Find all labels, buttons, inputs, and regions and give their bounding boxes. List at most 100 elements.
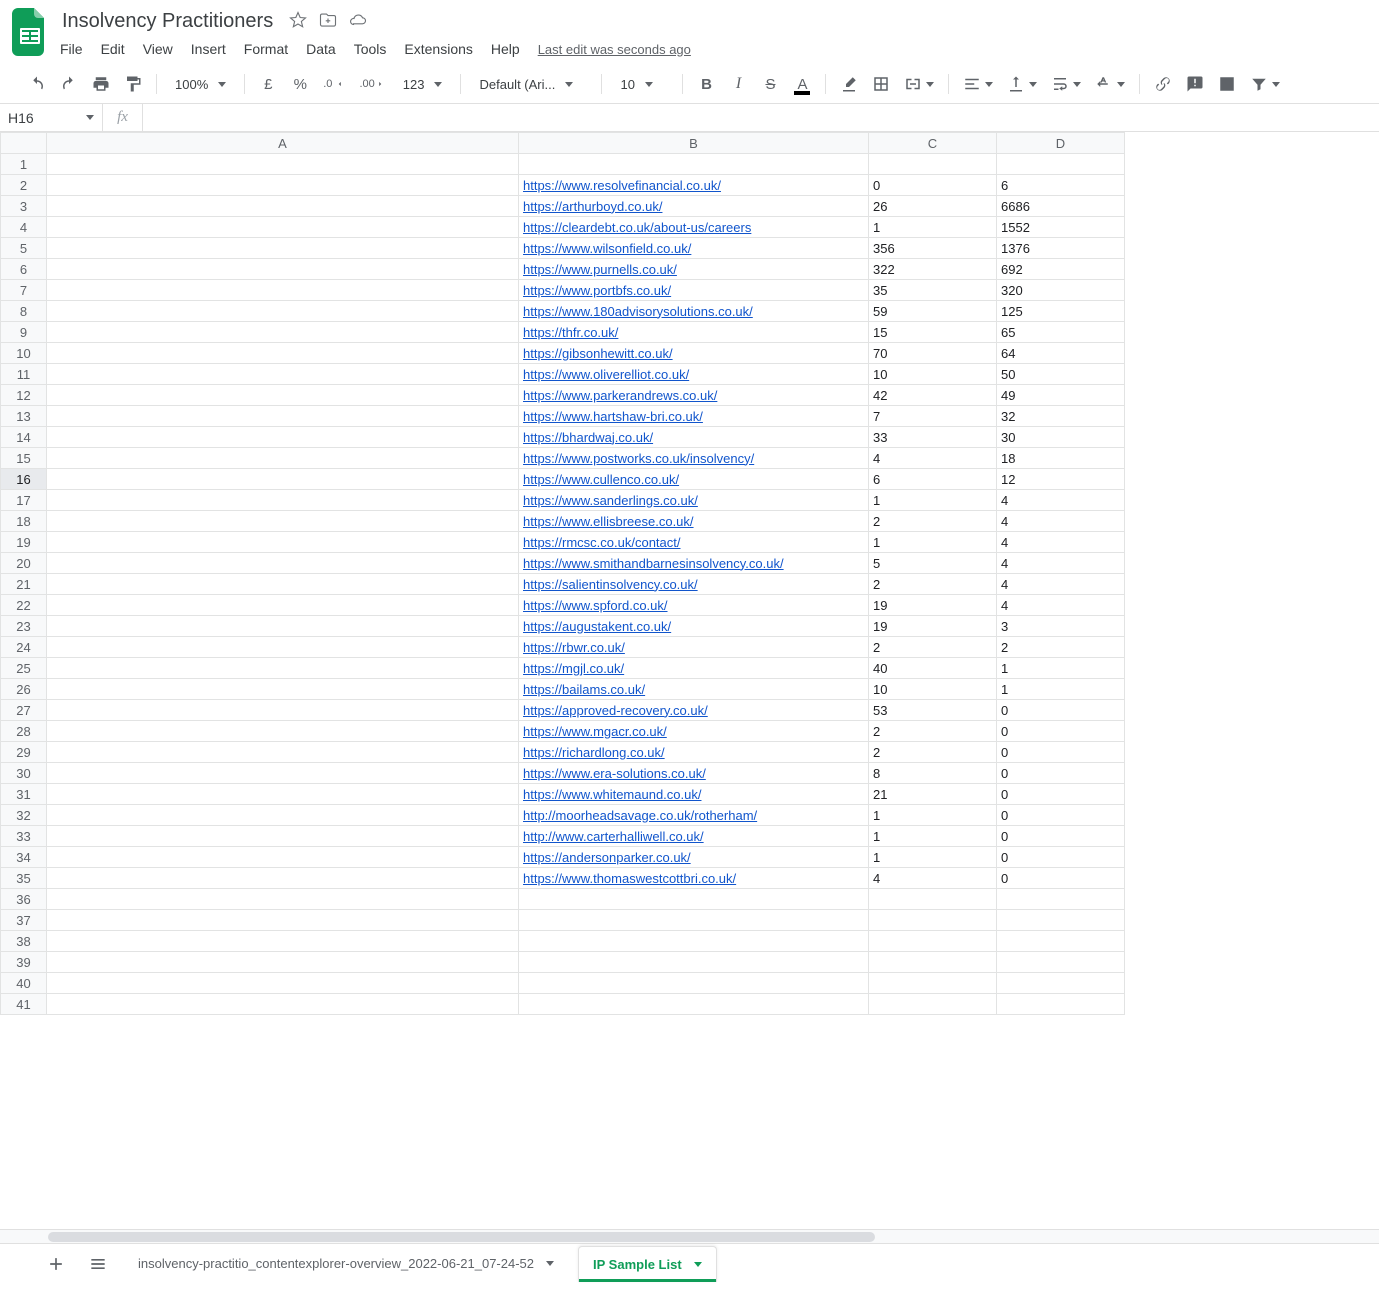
row-header[interactable]: 35 <box>1 868 47 889</box>
paint-format-icon[interactable] <box>120 71 146 97</box>
cell-link[interactable]: https://www.180advisorysolutions.co.uk/ <box>523 304 753 319</box>
cell[interactable] <box>519 952 869 973</box>
cell[interactable]: https://www.parkerandrews.co.uk/ <box>519 385 869 406</box>
cell[interactable] <box>47 301 519 322</box>
print-icon[interactable] <box>88 71 114 97</box>
strikethrough-button[interactable]: S <box>757 71 783 97</box>
cell[interactable] <box>47 196 519 217</box>
cell[interactable]: 1 <box>869 826 997 847</box>
cell[interactable]: 4 <box>869 868 997 889</box>
cell-link[interactable]: https://arthurboyd.co.uk/ <box>523 199 662 214</box>
cell[interactable] <box>47 364 519 385</box>
cell[interactable]: 1 <box>869 805 997 826</box>
cell[interactable]: 50 <box>997 364 1125 385</box>
cell[interactable]: 0 <box>997 784 1125 805</box>
cell[interactable]: 33 <box>869 427 997 448</box>
cell[interactable]: https://mgjl.co.uk/ <box>519 658 869 679</box>
cell[interactable]: https://www.smithandbarnesinsolvency.co.… <box>519 553 869 574</box>
cell-link[interactable]: https://cleardebt.co.uk/about-us/careers <box>523 220 751 235</box>
cell[interactable] <box>47 763 519 784</box>
cell[interactable]: 1 <box>869 490 997 511</box>
cell[interactable]: https://www.era-solutions.co.uk/ <box>519 763 869 784</box>
cell[interactable]: https://www.postworks.co.uk/insolvency/ <box>519 448 869 469</box>
cell-link[interactable]: https://www.spford.co.uk/ <box>523 598 668 613</box>
menu-data[interactable]: Data <box>306 41 336 57</box>
row-header[interactable]: 3 <box>1 196 47 217</box>
cell[interactable]: https://www.wilsonfield.co.uk/ <box>519 238 869 259</box>
cell[interactable]: 1 <box>869 532 997 553</box>
column-header-B[interactable]: B <box>519 133 869 154</box>
cell[interactable] <box>519 973 869 994</box>
zoom-select[interactable]: 100% <box>167 71 234 97</box>
cell[interactable]: 53 <box>869 700 997 721</box>
cell[interactable]: 70 <box>869 343 997 364</box>
cell[interactable]: 0 <box>869 175 997 196</box>
document-title[interactable]: Insolvency Practitioners <box>58 8 277 35</box>
insert-link-button[interactable] <box>1150 71 1176 97</box>
insert-comment-button[interactable] <box>1182 71 1208 97</box>
last-edit-link[interactable]: Last edit was seconds ago <box>538 42 691 57</box>
cell-link[interactable]: https://www.postworks.co.uk/insolvency/ <box>523 451 754 466</box>
increase-decimal-button[interactable]: .00 <box>355 71 388 97</box>
horizontal-align-button[interactable] <box>959 71 997 97</box>
cell-link[interactable]: https://bailams.co.uk/ <box>523 682 645 697</box>
cell[interactable]: 4 <box>997 490 1125 511</box>
borders-button[interactable] <box>868 71 894 97</box>
row-header[interactable]: 40 <box>1 973 47 994</box>
cell-link[interactable]: https://www.parkerandrews.co.uk/ <box>523 388 717 403</box>
cell[interactable]: https://www.whitemaund.co.uk/ <box>519 784 869 805</box>
row-header[interactable]: 24 <box>1 637 47 658</box>
cell[interactable] <box>869 973 997 994</box>
cell[interactable]: 4 <box>997 595 1125 616</box>
cell[interactable] <box>47 868 519 889</box>
cell-link[interactable]: https://www.era-solutions.co.uk/ <box>523 766 706 781</box>
cell[interactable]: 1376 <box>997 238 1125 259</box>
cell-link[interactable]: https://gibsonhewitt.co.uk/ <box>523 346 673 361</box>
cell[interactable] <box>47 448 519 469</box>
italic-button[interactable]: I <box>725 71 751 97</box>
cell[interactable]: https://arthurboyd.co.uk/ <box>519 196 869 217</box>
sheets-logo-icon[interactable] <box>12 8 48 56</box>
row-header[interactable]: 12 <box>1 385 47 406</box>
column-header-C[interactable]: C <box>869 133 997 154</box>
formula-input[interactable] <box>143 104 1379 131</box>
cell[interactable]: 0 <box>997 805 1125 826</box>
row-header[interactable]: 22 <box>1 595 47 616</box>
cell[interactable]: https://www.cullenco.co.uk/ <box>519 469 869 490</box>
cell[interactable]: 19 <box>869 616 997 637</box>
row-header[interactable]: 16 <box>1 469 47 490</box>
move-icon[interactable] <box>319 11 337 32</box>
cell[interactable]: 2 <box>869 574 997 595</box>
cell[interactable] <box>47 154 519 175</box>
vertical-align-button[interactable] <box>1003 71 1041 97</box>
cell[interactable] <box>997 889 1125 910</box>
cell[interactable] <box>47 532 519 553</box>
cell[interactable] <box>47 826 519 847</box>
fill-color-button[interactable] <box>836 71 862 97</box>
cell[interactable]: 2 <box>869 742 997 763</box>
add-sheet-button[interactable] <box>40 1248 72 1280</box>
cell[interactable] <box>869 154 997 175</box>
redo-icon[interactable] <box>56 71 82 97</box>
cell-link[interactable]: https://www.ellisbreese.co.uk/ <box>523 514 694 529</box>
row-header[interactable]: 38 <box>1 931 47 952</box>
cell[interactable]: 2 <box>869 511 997 532</box>
cell[interactable]: https://www.hartshaw-bri.co.uk/ <box>519 406 869 427</box>
cell[interactable] <box>997 994 1125 1015</box>
cell[interactable] <box>519 889 869 910</box>
cell[interactable] <box>47 259 519 280</box>
cell[interactable] <box>47 322 519 343</box>
row-header[interactable]: 13 <box>1 406 47 427</box>
cell[interactable] <box>47 238 519 259</box>
cell[interactable]: 1 <box>869 217 997 238</box>
menu-insert[interactable]: Insert <box>191 41 226 57</box>
cell[interactable]: 12 <box>997 469 1125 490</box>
cell[interactable]: 35 <box>869 280 997 301</box>
row-header[interactable]: 20 <box>1 553 47 574</box>
cell[interactable]: 30 <box>997 427 1125 448</box>
cell[interactable]: https://www.sanderlings.co.uk/ <box>519 490 869 511</box>
cell[interactable] <box>47 595 519 616</box>
cell[interactable]: http://www.carterhalliwell.co.uk/ <box>519 826 869 847</box>
cell[interactable]: 2 <box>869 721 997 742</box>
menu-help[interactable]: Help <box>491 41 520 57</box>
